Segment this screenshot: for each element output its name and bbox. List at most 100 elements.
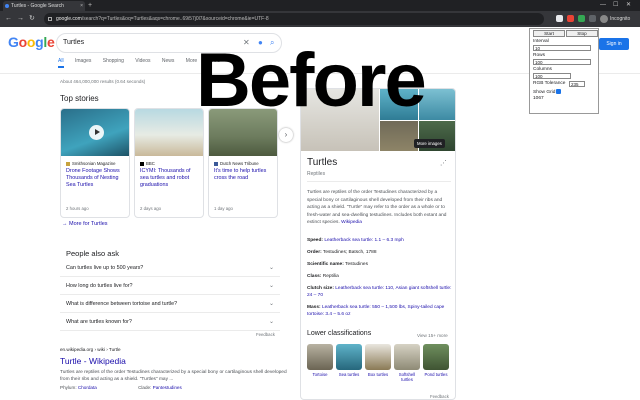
turtle-image-4[interactable]: [380, 121, 418, 151]
story-source: BBC: [140, 161, 203, 166]
story-card-3[interactable]: Dutch News Tribune It's time to help tur…: [208, 108, 278, 218]
phylum-value[interactable]: Chordata: [78, 385, 97, 390]
more-stories-link[interactable]: → More for Turtles: [62, 221, 108, 227]
browser-tab[interactable]: Turtles - Google Search ×: [3, 1, 85, 11]
url-domain: google.com: [56, 16, 82, 22]
story-source: Smithsonian Magazine: [66, 161, 129, 166]
fact-label: Speed:: [307, 238, 323, 243]
logo-letter-o2: o: [26, 34, 36, 50]
interval-label: Interval: [533, 39, 549, 44]
classification-label: Pond turtles: [424, 372, 448, 377]
interval-input[interactable]: 10: [533, 45, 591, 51]
paa-question[interactable]: Can turtles live up to 500 years? ⌄: [60, 259, 280, 277]
maximize-icon[interactable]: ☐: [613, 0, 618, 10]
story-age: 2 hours ago: [66, 206, 89, 211]
carousel-next-icon[interactable]: ›: [279, 128, 293, 142]
fact-value[interactable]: Leatherback sea turtle: 1.1 – 6.3 mph: [324, 238, 403, 243]
more-images-button[interactable]: More images: [414, 139, 445, 148]
classification-pond-turtles[interactable]: Pond turtles: [423, 344, 449, 377]
rows-label: Rows: [533, 53, 545, 58]
forward-icon[interactable]: →: [17, 14, 24, 24]
stop-button[interactable]: Stop: [566, 30, 598, 37]
paa-question[interactable]: How long do turtles live for? ⌄: [60, 277, 280, 295]
tab-images[interactable]: Images: [75, 58, 91, 64]
rows-input[interactable]: 100: [533, 59, 591, 65]
paa-feedback-link[interactable]: Feedback: [256, 332, 275, 337]
show-grid-checkbox[interactable]: [556, 89, 562, 94]
story-title[interactable]: It's time to help turtles cross the road: [214, 168, 272, 182]
paa-question-text: Can turtles live up to 500 years?: [66, 265, 144, 271]
extension-icon-2[interactable]: [578, 15, 585, 22]
back-icon[interactable]: ←: [5, 14, 12, 24]
classification-label: Box turtles: [367, 372, 389, 377]
arrow-right-icon: →: [62, 221, 70, 227]
extension-icon-3[interactable]: [589, 15, 596, 22]
tab-shopping[interactable]: Shopping: [103, 58, 124, 64]
columns-label: Columns: [533, 67, 552, 72]
start-button[interactable]: Start: [533, 30, 565, 37]
classification-label: Sea turtles: [338, 372, 360, 377]
result-title[interactable]: Turtle - Wikipedia: [60, 356, 290, 366]
classification-tortoise[interactable]: Tortoise: [307, 344, 333, 377]
description-text: Turtles are reptiles of the order Testud…: [307, 190, 447, 225]
star-icon[interactable]: [556, 15, 563, 22]
paa-question-text: What are turtles known for?: [66, 319, 132, 325]
fact-value[interactable]: Leatherback sea turtle: 550 – 1,500 lbs,…: [307, 305, 444, 317]
classification-thumb: [423, 344, 449, 370]
story-image-drone: [61, 109, 129, 156]
fact-class: Class: Reptilia: [307, 273, 452, 280]
logo-letter-e: e: [46, 34, 55, 50]
fact-label: Order:: [307, 250, 322, 255]
play-icon[interactable]: [89, 125, 104, 140]
browser-toolbar: ← → ↻ google.com/search?q=Turtles&oq=Tur…: [0, 11, 640, 27]
columns-input[interactable]: 100: [533, 73, 571, 79]
knowledge-feedback-link[interactable]: Feedback: [430, 394, 449, 399]
close-tab-icon[interactable]: ×: [80, 1, 83, 11]
paa-list: Can turtles live up to 500 years? ⌄ How l…: [60, 259, 280, 331]
chevron-down-icon: ⌄: [268, 283, 274, 289]
story-title[interactable]: ICYMI: Thousands of sea turtles and robo…: [140, 168, 198, 189]
knowledge-facts: Speed: Leatherback sea turtle: 1.1 – 6.3…: [307, 237, 452, 323]
tab-title: Turtles - Google Search: [11, 3, 64, 9]
classification-label: Tortoise: [312, 372, 328, 377]
result-url[interactable]: en.wikipedia.org › wiki › Turtle: [60, 347, 290, 352]
url-path: /search?q=Turtles&oq=Turtles&aqs=chrome.…: [81, 16, 269, 22]
fact-clutch-size: Clutch size: Leatherback sea turtle: 110…: [307, 285, 452, 299]
new-tab-button[interactable]: +: [88, 1, 92, 10]
paa-question[interactable]: What are turtles known for? ⌄: [60, 313, 280, 331]
google-logo[interactable]: Google: [8, 34, 55, 50]
fact-label: Mass:: [307, 305, 321, 310]
sign-in-button[interactable]: Sign in: [599, 38, 629, 50]
classification-softshell-turtles[interactable]: Softshell turtles: [394, 344, 420, 383]
classification-thumb: [365, 344, 391, 370]
incognito-indicator[interactable]: Incognito: [600, 14, 630, 24]
tab-videos[interactable]: Videos: [135, 58, 150, 64]
story-card-1[interactable]: Smithsonian Magazine Drone Footage Shows…: [60, 108, 130, 218]
close-window-icon[interactable]: ✕: [626, 0, 631, 10]
tab-news[interactable]: News: [162, 58, 175, 64]
rgb-tolerance-input[interactable]: 235: [569, 81, 585, 87]
tab-all[interactable]: All: [58, 58, 64, 68]
play-triangle: [95, 129, 100, 135]
story-title[interactable]: Drone Footage Shows Thousands of Nesting…: [66, 168, 124, 189]
minimize-icon[interactable]: —: [600, 0, 606, 10]
paa-question[interactable]: What is difference between tortoise and …: [60, 295, 280, 313]
address-bar[interactable]: google.com/search?q=Turtles&oq=Turtles&a…: [44, 13, 544, 25]
story-age: 2 days ago: [140, 206, 162, 211]
top-stories-heading: Top stories: [60, 94, 99, 103]
classification-sea-turtles[interactable]: Sea turtles: [336, 344, 362, 377]
more-stories-label: More for Turtles: [69, 221, 108, 227]
wikipedia-link[interactable]: Wikipedia: [341, 220, 362, 225]
paa-question-text: How long do turtles live for?: [66, 283, 133, 289]
view-more-link[interactable]: View 15+ more: [417, 333, 448, 338]
story-card-2[interactable]: BBC ICYMI: Thousands of sea turtles and …: [134, 108, 204, 218]
reload-icon[interactable]: ↻: [29, 14, 35, 24]
classification-box-turtles[interactable]: Box turtles: [365, 344, 391, 377]
clade-value[interactable]: Pantestudines: [153, 385, 182, 390]
fact-value: Testudines: [345, 262, 368, 267]
show-grid-row: Show Grid: [533, 89, 562, 95]
incognito-avatar-icon: [600, 14, 608, 23]
share-icon[interactable]: ⋰: [440, 159, 447, 167]
story-source: Dutch News Tribune: [214, 161, 277, 166]
extension-icon[interactable]: [567, 15, 574, 22]
